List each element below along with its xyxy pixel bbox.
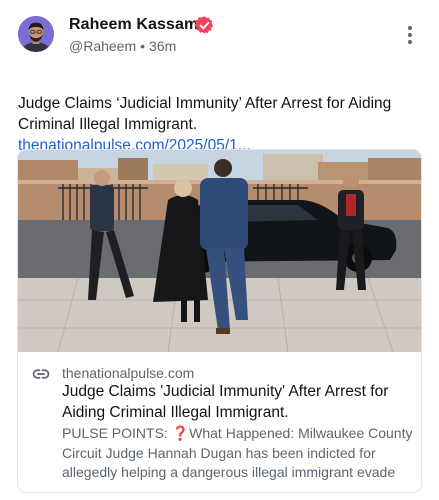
post-text: Judge Claims ‘Judicial Immunity’ After A… [18,95,392,133]
post-body: Judge Claims ‘Judicial Immunity’ After A… [18,93,423,156]
card-domain: thenationalpulse.com [62,365,195,381]
more-vertical-icon-dot [408,33,412,37]
card-title: Judge Claims 'Judicial Immunity' After A… [62,383,389,421]
more-options-button[interactable] [403,26,417,46]
link-chain-icon [32,369,50,379]
post-time[interactable]: 36m [149,38,176,54]
card-description: PULSE POINTS: ❓What Happened: Milwaukee … [62,424,414,483]
card-image [18,150,421,352]
card-body: thenationalpulse.com Judge Claims 'Judic… [18,352,421,492]
avatar[interactable] [18,16,54,52]
avatar-photo [18,16,54,52]
author-meta: @Raheem • 36m [69,38,176,54]
author-name[interactable]: Raheem Kassam [69,16,198,34]
question-mark-icon: ❓ [171,425,190,441]
link-preview-card[interactable]: thenationalpulse.com Judge Claims 'Judic… [17,149,422,493]
more-vertical-icon-dot [408,40,412,44]
author-handle[interactable]: @Raheem [69,38,136,54]
meta-separator: • [140,38,146,54]
more-vertical-icon [408,26,412,30]
verified-badge-icon [194,16,214,34]
card-desc-prefix: PULSE POINTS: [62,425,172,441]
post-header: Raheem Kassam @Raheem • 36m [18,12,423,58]
